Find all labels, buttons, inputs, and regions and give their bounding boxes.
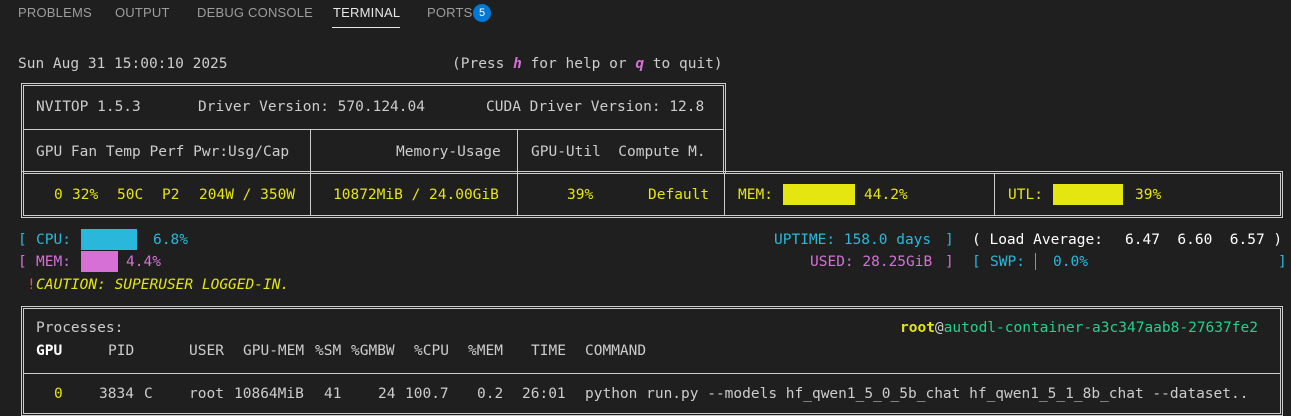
proc-cpu: 100.7 — [405, 386, 449, 402]
caution-superuser: CAUTION: SUPERUSER LOGGED-IN. — [36, 277, 290, 293]
user-at-host: root@autodl-container-a3c347aab8-27637fe… — [900, 320, 1258, 336]
gpu-utl-percent: 39% — [1135, 187, 1162, 203]
proc-command: python run.py --models hf_qwen1_5_0_5b_c… — [585, 386, 1249, 402]
col-sm: %SM — [315, 343, 342, 359]
load-average-values: 6.47 6.60 6.57 ) — [1125, 232, 1283, 248]
gpu-row-divider-4 — [994, 174, 995, 215]
header-col-divider-2 — [517, 130, 518, 173]
host-mem-percent: 4.4% — [126, 254, 161, 270]
used-memory: USED: 28.25GiB — [810, 254, 933, 270]
gpu-mem-label: MEM: — [738, 187, 773, 203]
gpu-row-divider-3 — [724, 174, 725, 215]
active-tab-indicator — [332, 27, 400, 28]
col-time: TIME — [531, 343, 566, 359]
cpu-bar — [81, 229, 137, 250]
driver-version: Driver Version: 570.124.04 — [198, 99, 425, 115]
header-divider — [24, 129, 723, 130]
proc-gpu-mem: 10864MiB — [234, 386, 304, 402]
proc-mem: 0.2 — [477, 386, 504, 402]
proc-sm: 41 — [324, 386, 342, 402]
col-gmbw: %GMBW — [351, 343, 395, 359]
gpu-mem-bar — [783, 184, 855, 205]
tab-output[interactable]: OUTPUT — [115, 5, 170, 20]
proc-pid: 3834 — [99, 386, 134, 402]
gpu-perf: P2 — [162, 187, 180, 203]
load-average-label: ( Load Average: — [972, 232, 1103, 248]
swp-bracket-right: ] — [1278, 254, 1287, 270]
gpu-memory-usage: 10872MiB / 24.00GiB — [333, 187, 499, 203]
host-mem-bar — [81, 251, 118, 272]
help-hint: (Press h for help or q to quit) — [452, 56, 723, 72]
process-user: root — [900, 320, 935, 336]
cpu-percent: 6.8% — [153, 232, 188, 248]
host-mem-label: MEM: — [36, 254, 71, 270]
col-gpu-mem: GPU-MEM — [243, 343, 305, 359]
cpu-bracket-left: [ — [18, 232, 27, 248]
proc-time: 26:01 — [522, 386, 566, 402]
cpu-label: CPU: — [36, 232, 71, 248]
gpu-row-divider-1 — [310, 174, 311, 215]
container-hostname: autodl-container-a3c347aab8-27637fe2 — [943, 320, 1258, 336]
help-key-h: h — [513, 56, 522, 72]
col-gpu: GPU — [36, 343, 63, 359]
cuda-version: CUDA Driver Version: 12.8 — [486, 99, 705, 115]
gpu-mem-percent: 44.2% — [864, 187, 908, 203]
col-user: USER — [189, 343, 224, 359]
used-bracket-right: ] — [945, 254, 954, 270]
tab-debug-console[interactable]: DEBUG CONSOLE — [197, 5, 313, 20]
proc-user: root — [189, 386, 224, 402]
col-cpu: %CPU — [414, 343, 449, 359]
help-text-mid: for help or — [521, 56, 636, 72]
header-col-divider-1 — [310, 130, 311, 173]
memory-usage-column: Memory-Usage — [396, 144, 501, 160]
processes-divider — [24, 373, 1280, 374]
col-command: COMMAND — [585, 343, 647, 359]
processes-title: Processes: — [36, 320, 124, 336]
gpu-row-divider-2 — [517, 174, 518, 215]
swp-label: SWP: — [990, 254, 1025, 270]
caution-exclamation: ! — [27, 277, 36, 293]
gpu-info-columns: GPU Fan Temp Perf Pwr:Usg/Cap — [36, 144, 290, 160]
proc-gmbw: 24 — [378, 386, 396, 402]
nvitop-version: NVITOP 1.5.3 — [36, 99, 141, 115]
tab-problems[interactable]: PROBLEMS — [18, 5, 92, 20]
ports-count-badge: 5 — [473, 4, 491, 22]
clock: Sun Aug 31 15:00:10 2025 — [18, 56, 228, 72]
uptime: UPTIME: 158.0 days — [774, 232, 932, 248]
swp-bracket-left: [ — [972, 254, 981, 270]
help-text-pre: (Press — [452, 56, 514, 72]
col-pid: PID — [108, 343, 135, 359]
gpu-index: 0 — [54, 187, 63, 203]
quit-key-q: q — [635, 56, 645, 72]
col-mem: %MEM — [468, 343, 503, 359]
proc-type: C — [144, 386, 153, 402]
gpu-util-column: GPU-Util Compute M. — [531, 144, 706, 160]
compute-mode: Default — [648, 187, 710, 203]
gpu-temp: 50C — [117, 187, 144, 203]
swp-percent: 0.0% — [1053, 254, 1088, 270]
swp-bar — [1035, 253, 1036, 270]
gpu-utl-label: UTL: — [1008, 187, 1043, 203]
mem-bracket-left: [ — [18, 254, 27, 270]
gpu-utl-bar — [1053, 184, 1123, 205]
gpu-fan: 32% — [72, 187, 99, 203]
tab-terminal[interactable]: TERMINAL — [333, 5, 400, 20]
proc-gpu: 0 — [54, 386, 63, 402]
tab-ports[interactable]: PORTS — [427, 5, 473, 20]
help-text-post: to quit) — [644, 56, 723, 72]
uptime-bracket-right: ] — [945, 232, 954, 248]
gpu-power: 204W / 350W — [199, 187, 296, 203]
gpu-util-value: 39% — [567, 187, 594, 203]
